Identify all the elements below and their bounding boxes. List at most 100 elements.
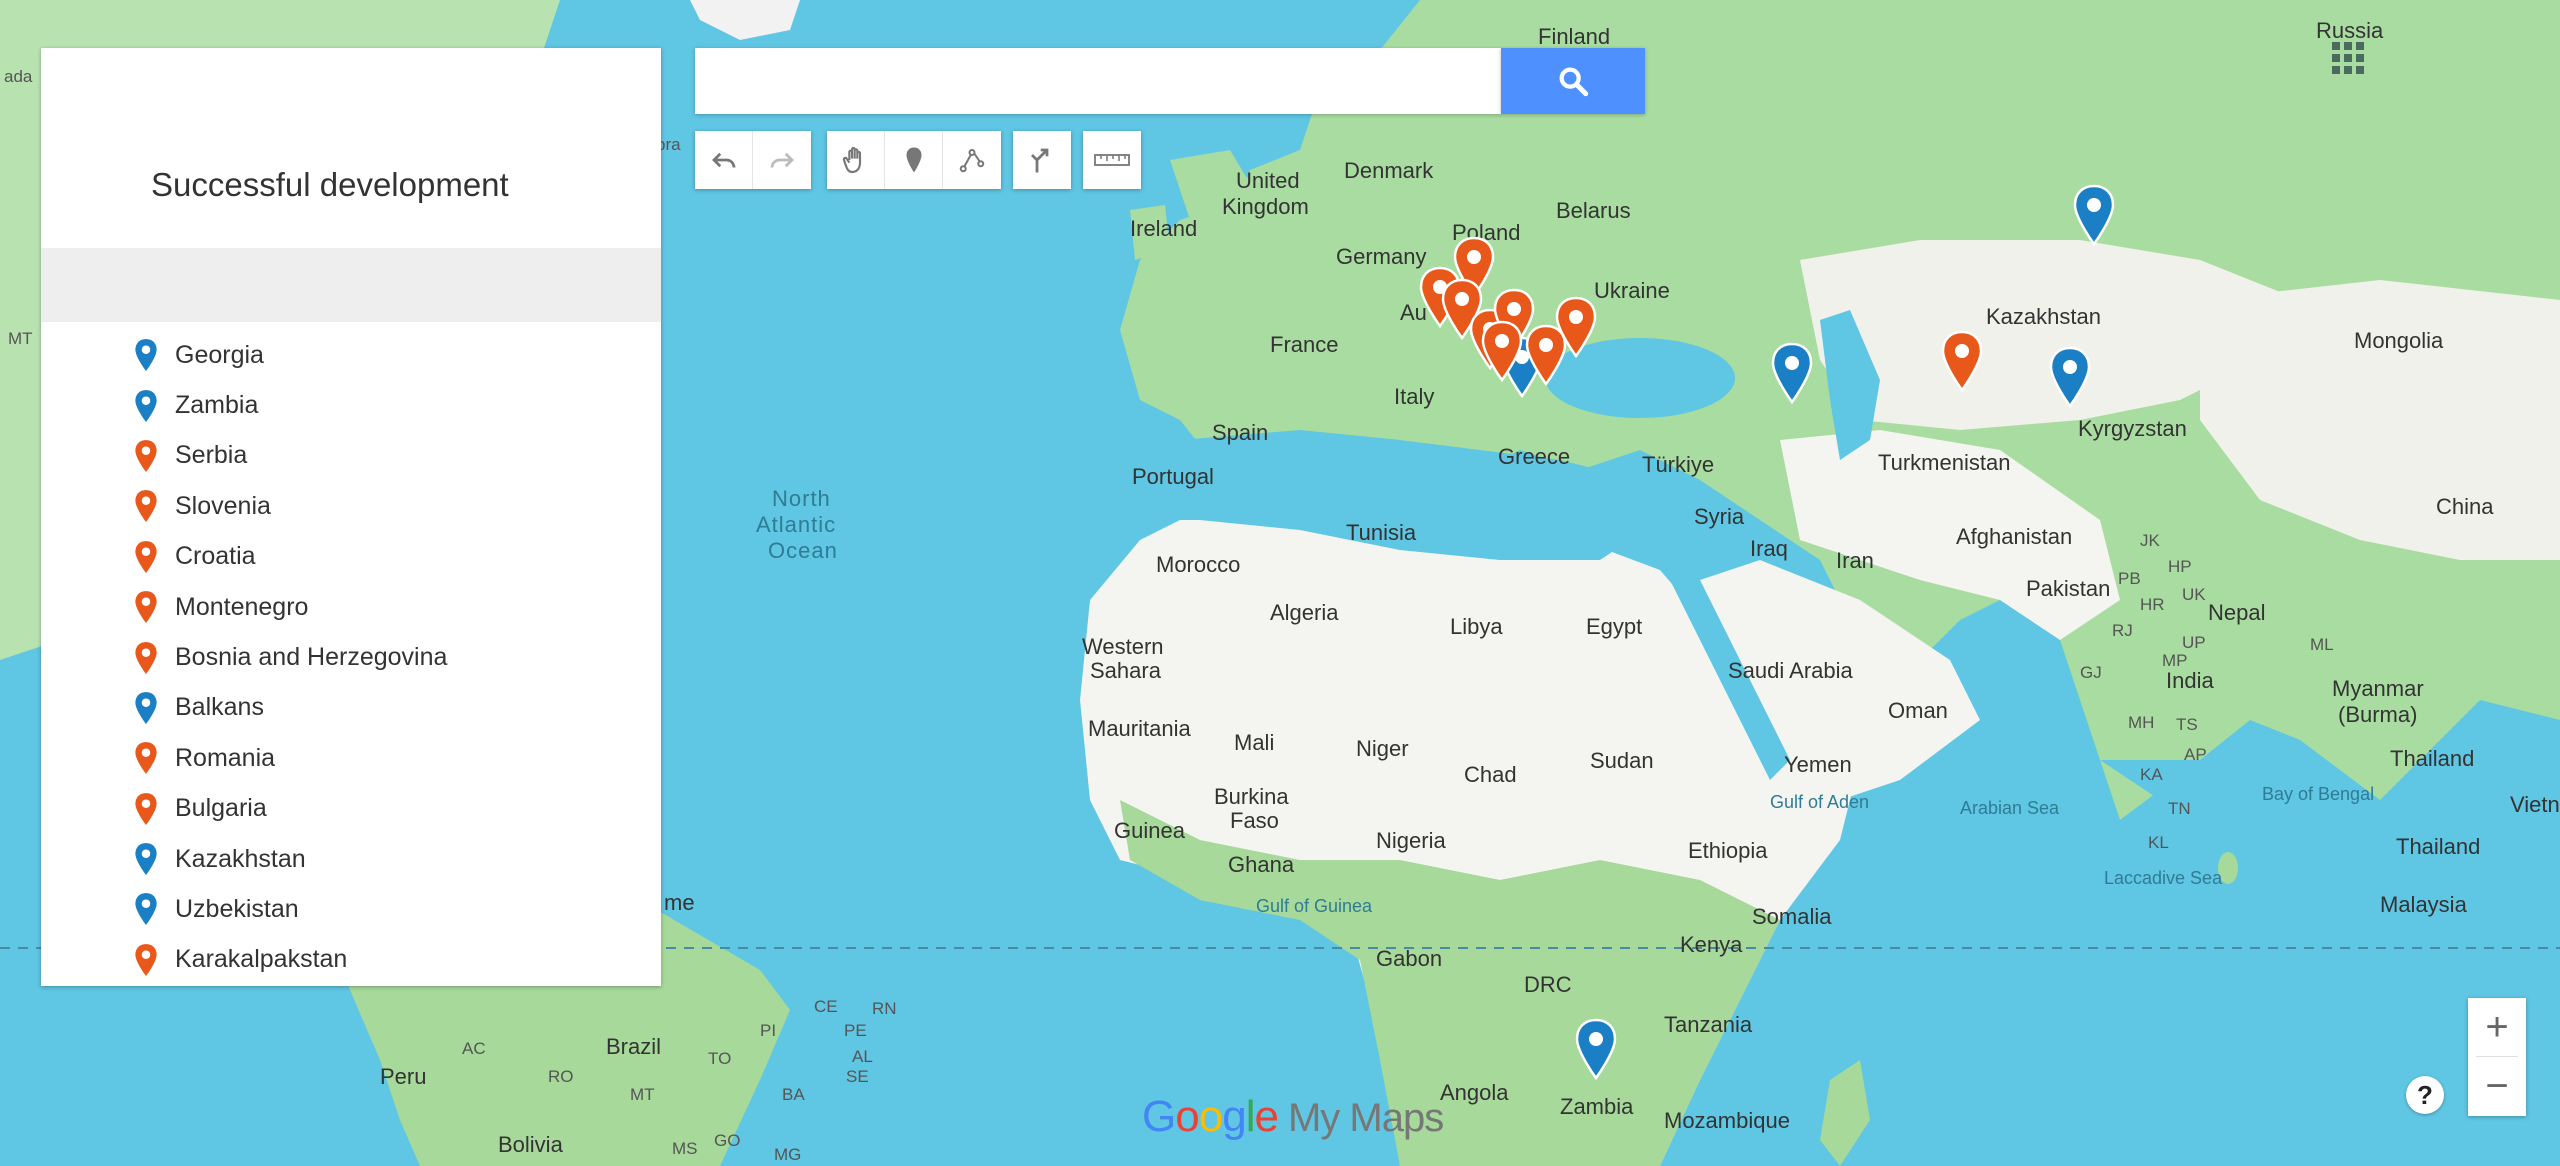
help-button[interactable]: ? [2406,1076,2444,1114]
draw-line-icon [959,149,985,173]
map-pin-icon [135,540,157,573]
layer-item[interactable]: Serbia [41,431,661,481]
search-button[interactable] [1501,48,1645,114]
label-nigeria: Nigeria [1376,828,1446,853]
label-india: India [2166,668,2214,693]
label-somalia: Somalia [1752,904,1832,929]
google-my-maps-logo: Google My Maps [1142,1092,1444,1141]
label-al: AL [852,1047,873,1066]
layer-item[interactable]: Bosnia and Herzegovina [41,632,661,682]
zoom-control: + − [2468,998,2526,1116]
label-denmark: Denmark [1344,158,1434,183]
label-gj: GJ [2080,663,2102,682]
layer-item[interactable]: Romania [41,733,661,783]
layer-label: Kazakhstan [175,844,306,873]
layer-label: Serbia [175,441,248,470]
label-mt2: MT [630,1085,655,1104]
label-guinea: Guinea [1114,818,1186,843]
layer-header[interactable] [41,248,661,322]
layer-label: Montenegro [175,592,309,621]
draw-tools-group [827,131,1001,189]
label-iran: Iran [1836,548,1874,573]
label-kenya: Kenya [1680,932,1743,957]
search-input[interactable] [695,48,1501,114]
undo-button[interactable] [695,131,753,189]
layer-label: Bulgaria [175,794,267,823]
label-me: me [664,890,695,915]
label-ro: RO [548,1067,574,1086]
apps-grid-icon[interactable] [2330,40,2366,76]
map-pin-icon [135,389,157,422]
layer-item[interactable]: Karakalpakstan [41,935,661,985]
layer-item[interactable]: Montenegro [41,582,661,632]
label-brazil: Brazil [606,1034,661,1059]
label-ac: AC [462,1039,486,1058]
label-china: China [2436,494,2494,519]
map-pin-icon [135,339,157,372]
label-myanmar-2: (Burma) [2338,702,2417,727]
layer-item[interactable]: Bulgaria [41,784,661,834]
layer-item[interactable]: Kazakhstan [41,834,661,884]
label-drc: DRC [1524,972,1572,997]
label-peru: Peru [380,1064,426,1089]
layers-panel: Successful development Georgia Zambia Serb… [41,48,661,986]
label-thailand: Thailand [2390,746,2474,771]
label-ts: TS [2176,715,2198,734]
map-pin-icon [135,943,157,976]
add-marker-button[interactable] [885,131,943,189]
pan-tool-button[interactable] [827,131,885,189]
label-mh: MH [2128,713,2154,732]
directions-icon [1031,148,1049,173]
map-pin-icon [135,691,157,724]
add-marker-icon [906,147,921,173]
label-zambia: Zambia [1560,1094,1634,1119]
label-ada: ada [4,67,33,86]
redo-button[interactable] [753,131,811,189]
label-ethiopia: Ethiopia [1688,838,1768,863]
label-united-kingdom-1: United [1236,168,1300,193]
layer-item[interactable]: Balkans [41,683,661,733]
map-pin-icon [135,591,157,624]
ruler-icon [1094,154,1130,166]
label-arabian-sea: Arabian Sea [1960,798,2060,818]
layer-item[interactable]: Uzbekistan [41,884,661,934]
label-ms: MS [672,1139,698,1158]
layer-item[interactable]: Slovenia [41,481,661,531]
ruler-button[interactable] [1083,131,1141,189]
layer-item[interactable]: Georgia [41,330,661,380]
zoom-in-button[interactable]: + [2468,998,2526,1056]
directions-button[interactable] [1013,131,1071,189]
label-hp: HP [2168,557,2192,576]
label-ghana: Ghana [1228,852,1295,877]
layer-item[interactable]: Croatia [41,532,661,582]
label-kazakhstan: Kazakhstan [1986,304,2101,329]
label-bay-bengal: Bay of Bengal [2262,784,2374,804]
map-pin-icon [135,893,157,926]
label-mg: MG [774,1145,801,1164]
label-algeria: Algeria [1270,600,1339,625]
label-western-sahara-2: Sahara [1090,658,1162,683]
label-ocean-1: North [772,486,831,511]
label-tn: TN [2168,799,2191,818]
label-morocco: Morocco [1156,552,1240,577]
label-nepal: Nepal [2208,600,2265,625]
label-chad: Chad [1464,762,1517,787]
map-title[interactable]: Successful development [151,166,509,204]
label-turkiye: Türkiye [1642,452,1714,477]
zoom-out-button[interactable]: − [2468,1057,2526,1115]
label-ireland: Ireland [1130,216,1197,241]
label-france: France [1270,332,1338,357]
draw-line-button[interactable] [943,131,1001,189]
label-mongolia: Mongolia [2354,328,2444,353]
label-rn: RN [872,999,897,1018]
label-egypt: Egypt [1586,614,1642,639]
label-western-sahara-1: Western [1082,634,1164,659]
map-pin-icon [135,843,157,876]
layer-label: Bosnia and Herzegovina [175,643,448,672]
label-italy: Italy [1394,384,1434,409]
label-kyrgyzstan: Kyrgyzstan [2078,416,2187,441]
layer-item[interactable]: Zambia [41,380,661,430]
label-saudi-arabia: Saudi Arabia [1728,658,1854,683]
label-portugal: Portugal [1132,464,1214,489]
hand-pan-icon [842,146,861,174]
